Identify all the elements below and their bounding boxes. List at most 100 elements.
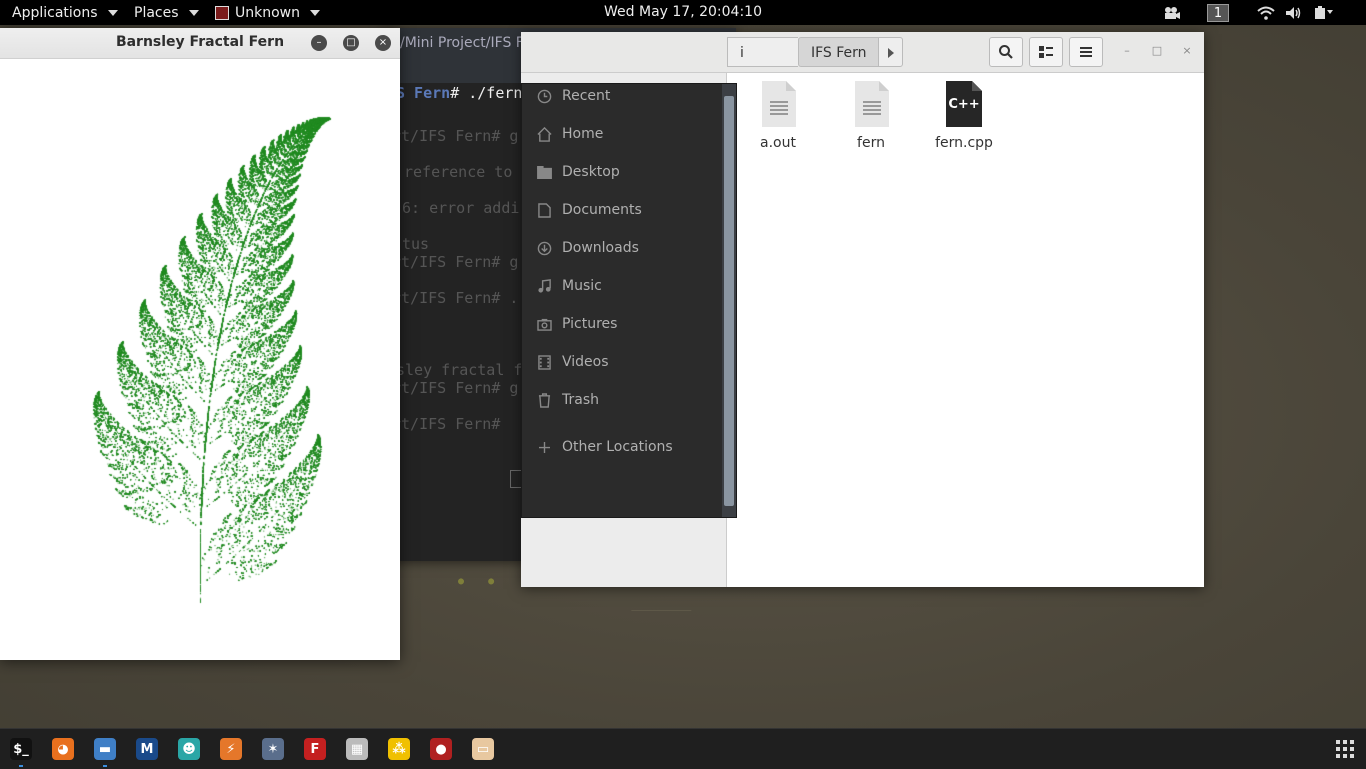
places-item-recent[interactable]: Recent (536, 84, 610, 108)
camera-icon (536, 316, 552, 332)
dock-burpsuite-icon[interactable]: ⚡ (220, 738, 242, 760)
file-item-fern-cpp[interactable]: C++ fern.cpp (924, 81, 1004, 151)
file-badge: C++ (948, 97, 980, 112)
file-item-fern[interactable]: fern (831, 81, 911, 151)
dock-keyboard-icon[interactable]: ▦ (346, 738, 368, 760)
music-icon (536, 278, 552, 294)
places-item-label: Pictures (562, 316, 618, 332)
places-item-label: Home (562, 126, 604, 142)
power-menu[interactable] (1312, 3, 1336, 23)
dock-beef-icon[interactable]: ✶ (262, 738, 284, 760)
terminal-prompt-path: rt/IFS Fern (392, 127, 492, 145)
terminal-prompt-path: S Fern (396, 84, 451, 102)
places-item-music[interactable]: Music (536, 274, 602, 298)
terminal-line: rt/IFS Fern# (392, 415, 509, 433)
terminal-prompt-path: rt/IFS Fern (392, 415, 492, 433)
dock-notes-icon[interactable]: ▭ (472, 738, 494, 760)
clock-icon (536, 88, 552, 104)
maximize-button[interactable]: □ (1149, 43, 1165, 59)
dock-screen-recorder-icon[interactable]: ● (430, 738, 452, 760)
maximize-button[interactable]: □ (343, 35, 359, 51)
terminal-command: # g (491, 379, 519, 397)
close-button[interactable]: × (1179, 43, 1195, 59)
places-item-pictures[interactable]: Pictures (536, 312, 617, 336)
dock-metasploit-icon[interactable]: M (136, 738, 158, 760)
places-item-label: Other Locations (562, 439, 673, 455)
breadcrumb-ifs-fern[interactable]: IFS Fern (798, 37, 880, 67)
terminal-line: reference to (404, 163, 513, 181)
places-item-other-locations[interactable]: Other Locations (536, 435, 673, 459)
breadcrumb-forward-button[interactable] (878, 37, 903, 67)
wifi-icon[interactable] (1256, 3, 1276, 23)
top-panel: Applications Places Unknown Wed May 17, … (0, 0, 1366, 25)
file-name: fern (857, 135, 885, 151)
places-item-label: Recent (562, 88, 611, 104)
breadcrumb-mini-project[interactable]: i Project (727, 37, 798, 91)
places-item-label: Videos (562, 354, 609, 370)
terminal-line: sley fractal f (396, 361, 523, 379)
dock-armitage-icon[interactable]: ☻ (178, 738, 200, 760)
dock: $_ ◕ ▬ M ☻ ⚡ ✶ F ▦ ⁂ ● ▭ (0, 728, 1366, 769)
places-item-label: Documents (562, 202, 642, 218)
close-button[interactable]: × (375, 35, 391, 51)
document-icon (536, 202, 552, 218)
fern-titlebar[interactable]: Barnsley Fractal Fern – □ × (0, 28, 400, 59)
search-button[interactable] (989, 37, 1023, 67)
workspace-number: 1 (1207, 4, 1229, 22)
places-item-home[interactable]: Home (536, 122, 603, 146)
places-item-downloads[interactable]: Downloads (536, 236, 639, 260)
terminal-prompt-path: rt/IFS Fern (392, 289, 492, 307)
view-toggle-button[interactable] (1029, 37, 1063, 67)
terminal-command: # ./fern (450, 84, 523, 102)
show-applications-icon[interactable] (1336, 740, 1354, 758)
places-item-desktop[interactable]: Desktop (536, 160, 620, 184)
fern-fractal-canvas (0, 59, 400, 660)
minimize-button[interactable]: – (1119, 43, 1135, 59)
desktop-icon (536, 164, 552, 180)
terminal-line: rt/IFS Fern# g (392, 379, 518, 397)
scrollbar-thumb[interactable] (724, 96, 734, 506)
dock-faraday-icon[interactable]: F (304, 738, 326, 760)
minimize-button[interactable]: – (311, 35, 327, 51)
running-indicator (103, 765, 107, 767)
dock-files-icon[interactable]: ▬ (94, 738, 116, 760)
terminal-line: rt/IFS Fern# . (392, 289, 518, 307)
file-view[interactable]: a.out fern C++ fern.cpp (727, 73, 1204, 587)
places-dropdown-menu[interactable]: Recent Home Desktop Documents Downloads … (521, 83, 737, 518)
terminal-command: # g (491, 253, 519, 271)
terminal-command: # . (491, 289, 519, 307)
document-icon (760, 81, 796, 127)
file-item-a-out[interactable]: a.out (738, 81, 818, 151)
terminal-line: 6: error addi (402, 199, 520, 217)
dock-firefox-icon[interactable]: ◕ (52, 738, 74, 760)
terminal-prompt-path: rt/IFS Fern (392, 253, 492, 271)
places-item-label: Music (562, 278, 602, 294)
plus-icon (536, 439, 552, 455)
trash-icon (536, 392, 552, 408)
terminal-line: rt/IFS Fern# g (392, 253, 518, 271)
chevron-right-icon (887, 48, 894, 58)
dock-terminal-icon[interactable]: $_ (10, 738, 32, 760)
dock-maltego-icon[interactable]: ⁂ (388, 738, 410, 760)
running-indicator (19, 765, 23, 767)
file-name: a.out (760, 135, 796, 151)
places-item-documents[interactable]: Documents (536, 198, 642, 222)
places-item-label: Desktop (562, 164, 620, 180)
places-item-videos[interactable]: Videos (536, 350, 609, 374)
scrollbar[interactable] (722, 84, 736, 517)
terminal-line: tus (402, 235, 430, 253)
camera-status-icon[interactable] (1162, 3, 1182, 23)
cpp-file-icon: C++ (946, 81, 982, 127)
document-icon (853, 81, 889, 127)
fern-window[interactable]: Barnsley Fractal Fern – □ × (0, 28, 400, 660)
menu-button[interactable] (1069, 37, 1103, 67)
places-item-label: Trash (562, 392, 599, 408)
file-manager-headerbar[interactable]: i Project IFS Fern – □ × (521, 32, 1204, 91)
terminal-line: S Fern# ./fern (396, 84, 522, 102)
home-icon (536, 126, 552, 142)
list-view-icon (1039, 46, 1053, 58)
workspace-indicator[interactable]: 1 (1206, 3, 1230, 23)
decorative-dots: ● ● (458, 576, 495, 587)
volume-icon[interactable] (1284, 3, 1304, 23)
places-item-trash[interactable]: Trash (536, 388, 599, 412)
